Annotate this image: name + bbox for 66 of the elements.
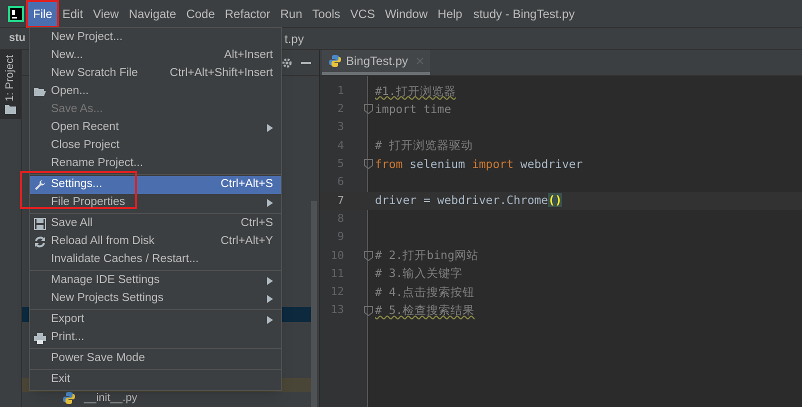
reload-icon xyxy=(34,236,46,248)
menu-item[interactable]: Code xyxy=(181,2,220,26)
menu-entry[interactable]: Rename Project... xyxy=(30,155,281,173)
fold-marker-icon[interactable] xyxy=(364,250,373,261)
minimize-icon[interactable] xyxy=(301,62,311,64)
submenu-arrow-icon xyxy=(267,124,273,132)
wrench-icon xyxy=(34,179,46,191)
menu-entry[interactable]: Open... xyxy=(30,83,281,101)
editor-tab[interactable]: BingTest.py xyxy=(322,50,430,75)
python-file-icon xyxy=(62,391,76,405)
tree-item[interactable]: __init__.py xyxy=(84,392,138,404)
menu-entry[interactable]: Invalidate Caches / Restart... xyxy=(30,251,281,269)
app-logo-icon xyxy=(8,6,24,22)
menu-entry[interactable]: New... Alt+Insert xyxy=(30,47,281,65)
menu-entry[interactable]: Print... xyxy=(30,329,281,347)
menu-entry[interactable]: File Properties xyxy=(30,194,281,212)
menu-entry[interactable]: New Scratch File Ctrl+Alt+Shift+Insert xyxy=(30,65,281,83)
code-line: # 打开浏览器驱动 xyxy=(375,137,473,154)
menu-entry[interactable]: Manage IDE Settings xyxy=(30,272,281,290)
fold-marker-icon[interactable] xyxy=(364,306,373,316)
menu-item[interactable]: Window xyxy=(380,2,433,26)
code-line: # 4.点击搜索按钮 xyxy=(375,284,475,301)
submenu-arrow-icon xyxy=(267,295,273,303)
menu-entry[interactable]: Open Recent xyxy=(30,119,281,137)
menu-item[interactable]: View xyxy=(88,2,124,26)
python-file-icon xyxy=(328,54,342,68)
project-tool-tab[interactable]: 1: Project xyxy=(0,50,21,120)
code-line: from selenium import webdriver xyxy=(375,156,583,173)
code-line: # 2.打开bing网站 xyxy=(375,247,478,264)
menu-entry[interactable]: Close Project xyxy=(30,137,281,155)
line-number: 7 xyxy=(336,192,344,209)
scrollbar[interactable] xyxy=(311,201,317,407)
menu-item[interactable]: Run xyxy=(275,2,308,26)
menu-item[interactable]: Edit xyxy=(57,2,88,26)
breadcrumb-item[interactable]: stu xyxy=(9,30,26,47)
menu-item[interactable]: VCS xyxy=(345,2,380,26)
code-line: # 3.输入关键字 xyxy=(375,265,463,282)
settings-icon[interactable] xyxy=(281,56,293,68)
folder-icon xyxy=(5,105,16,114)
menu-item[interactable]: Tools xyxy=(307,2,346,26)
menu-entry[interactable]: Reload All from Disk Ctrl+Alt+Y xyxy=(30,233,281,251)
window-title: study - BingTest.py xyxy=(473,6,575,22)
menu-item[interactable]: Navigate xyxy=(124,2,182,26)
menu-item[interactable]: Help xyxy=(432,2,468,26)
folder-icon xyxy=(34,87,46,97)
menu-entry[interactable]: New Projects Settings xyxy=(30,290,281,308)
menu-entry[interactable]: Settings... Ctrl+Alt+S xyxy=(30,176,281,194)
menu-entry[interactable]: Power Save Mode xyxy=(30,350,281,368)
code-line: driver = webdriver.Chrome() xyxy=(375,192,562,210)
printer-icon xyxy=(34,332,46,344)
submenu-arrow-icon xyxy=(267,199,273,207)
menu-entry[interactable]: Export xyxy=(30,311,281,329)
menu-item[interactable]: Refactor xyxy=(220,2,276,26)
menu-entry[interactable]: Exit xyxy=(30,371,281,389)
menu-entry[interactable]: New Project... xyxy=(30,29,281,47)
submenu-arrow-icon xyxy=(267,316,273,324)
breadcrumb-item[interactable]: t.py xyxy=(284,30,304,48)
code-line: import time xyxy=(375,100,452,118)
menu-entry[interactable]: Save All Ctrl+S xyxy=(30,215,281,233)
submenu-arrow-icon xyxy=(267,277,273,285)
menu-item[interactable]: File xyxy=(28,2,58,26)
code-line: #1.打开浏览器 xyxy=(375,82,456,100)
fold-marker-icon[interactable] xyxy=(364,104,373,114)
code-line: # 5.检查搜索结果 xyxy=(375,302,475,320)
fold-marker-icon[interactable] xyxy=(364,159,373,170)
close-icon[interactable] xyxy=(416,57,424,65)
